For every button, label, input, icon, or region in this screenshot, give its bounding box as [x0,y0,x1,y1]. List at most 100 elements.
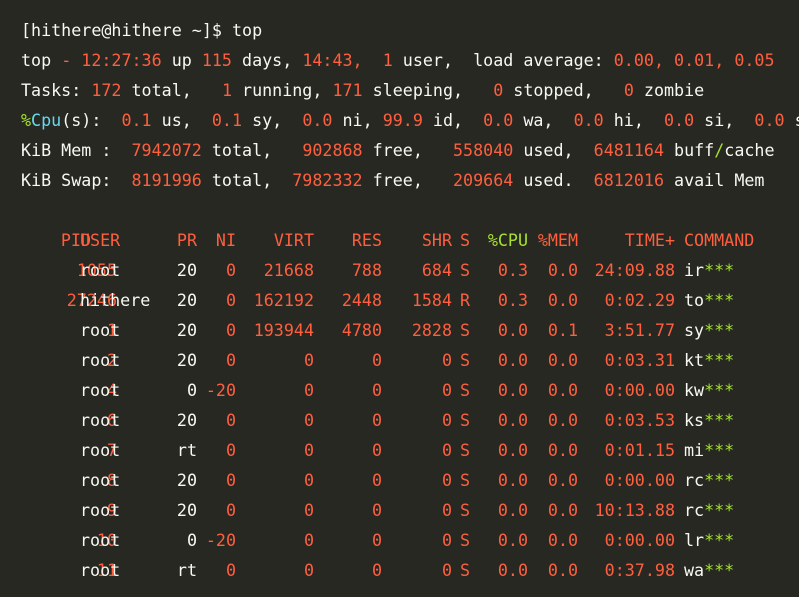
cell-ni: 0 [225,470,236,490]
table-row[interactable]: 27246 hithere 20 0 162192 2448 1584 R 0.3 0.0 0:02… [0,285,799,315]
cell-res: 788 [351,260,382,280]
col-command[interactable]: COMMAND [684,225,754,255]
cell-virt: 0 [303,470,314,490]
cell-pr: 20 [176,500,197,520]
cell-command: kw*** [684,375,734,405]
summary-tasks-line: Tasks: 172 total, 1 running, 171 sleepin… [21,75,704,105]
cell-virt: 193944 [253,320,314,340]
cell-command: ks*** [684,405,734,435]
command-name: mi [684,440,705,460]
cell-virt: 0 [303,380,314,400]
col-ni[interactable]: NI [200,225,236,255]
shell-prompt: [hithere@hithere ~]$ top [21,20,263,40]
cell-shr: 2828 [411,320,452,340]
cell-ni: 0 [225,500,236,520]
cell-mem: 0.0 [547,260,578,280]
swap-label: KiB Swap: [21,170,112,190]
table-row[interactable]: 1055 root 20 0 21668 788 684 S 0.3 0.0 24:09.88 ir*… [0,255,799,285]
cpu-st: 0.0 [754,110,785,130]
load-1min: 0.00, [613,50,664,70]
command-mask: *** [704,530,735,550]
command-mask: *** [704,440,735,460]
mem-used: 558040 [453,140,514,160]
table-row[interactable]: 2 root 20 0 0 0 0 S 0.0 0.0 0:03.31 kt*** [0,345,799,375]
col-virt[interactable]: VIRT [240,225,314,255]
cell-s: S [460,470,471,490]
mem-free: 902868 [302,140,363,160]
cell-res: 0 [371,560,382,580]
cell-time-seconds: :03.53 [614,410,675,430]
cell-pr: 20 [176,470,197,490]
col-res[interactable]: RES [320,225,382,255]
cell-command: kt*** [684,345,734,375]
col-cpu[interactable]: %CPU [470,225,528,255]
cell-shr: 0 [441,350,452,370]
buff-cache-slash: / [714,140,725,160]
cpu-us: 0.1 [121,110,152,130]
cell-time: 24:09.88 [580,255,675,285]
cell-s: S [460,350,471,370]
command-mask: *** [704,500,735,520]
cell-virt: 0 [303,560,314,580]
cell-virt: 0 [303,500,314,520]
cell-ni: 0 [225,290,236,310]
cell-cpu: 0.0 [497,380,528,400]
swap-free: 7982332 [292,170,363,190]
command-mask: *** [704,560,735,580]
table-row[interactable]: 11 root rt 0 0 0 0 S 0.0 0.0 0:37.98 wa*** [0,555,799,585]
col-shr[interactable]: SHR [390,225,452,255]
cpu-sy: 0.1 [211,110,243,130]
cell-cpu: 0.3 [497,260,528,280]
cell-s: S [460,410,471,430]
tasks-sleeping-label: sleeping, [372,80,464,100]
cpu-id: 99.9 [382,110,423,130]
terminal-window[interactable]: [hithere@hithere ~]$ top top - 12:27:36 … [0,0,799,597]
cell-mem: 0.0 [547,350,578,370]
cell-mem: 0.0 [547,500,578,520]
cell-user: root [80,530,121,550]
cell-res: 0 [371,530,382,550]
cell-time-seconds: :37.98 [614,560,675,580]
col-mem[interactable]: %MEM [530,225,578,255]
col-state[interactable]: S [460,225,470,255]
summary-uptime-line: top - 12:27:36 up 115 days, 14:43, 1 use… [21,50,775,70]
table-row[interactable]: 9 root 20 0 0 0 0 S 0.0 0.0 10:13.88 rc*** [0,495,799,525]
cell-user: root [80,350,121,370]
cell-cpu: 0.0 [497,470,528,490]
table-row[interactable]: 6 root 20 0 0 0 0 S 0.0 0.0 0:03.53 ks*** [0,405,799,435]
table-row[interactable]: 10 root 0 -20 0 0 0 S 0.0 0.0 0:00.00 lr*** [0,525,799,555]
cell-res: 0 [371,440,382,460]
cell-virt: 162192 [253,290,314,310]
cell-time: 0:01.15 [580,435,675,465]
command-name: sy [684,320,705,340]
table-row[interactable]: 7 root rt 0 0 0 0 S 0.0 0.0 0:01.15 mi*** [0,435,799,465]
command-mask: *** [704,470,735,490]
cell-ni: -20 [205,530,236,550]
col-user[interactable]: USER [80,225,120,255]
uptime-hours: 14:43, [302,50,363,70]
cell-pr: 20 [176,350,197,370]
cell-cpu: 0.0 [497,530,528,550]
cell-mem: 0.0 [547,410,578,430]
cell-ni: 0 [225,440,236,460]
cell-res: 4780 [341,320,382,340]
cell-time-minutes: 0 [604,470,615,490]
mem-label: KiB Mem : [21,140,112,160]
cell-command: to*** [684,285,734,315]
table-row[interactable]: 1 root 20 0 193944 4780 2828 S 0.0 0.1 3:51.77 sy**… [0,315,799,345]
col-time[interactable]: TIME+ [580,225,675,255]
table-row[interactable]: 4 root 0 -20 0 0 0 S 0.0 0.0 0:00.00 kw*** [0,375,799,405]
col-pr[interactable]: PR [150,225,197,255]
cell-s: S [460,440,471,460]
table-row[interactable]: 8 root 20 0 0 0 0 S 0.0 0.0 0:00.00 rc*** [0,465,799,495]
buff-label: buff [674,140,715,160]
cpu-pct-sign: % [21,110,32,130]
cell-time-minutes: 0 [604,350,615,370]
up-label: up [171,50,192,70]
load-average-label: load average: [473,50,604,70]
cell-mem: 0.0 [547,380,578,400]
cell-user: root [80,500,121,520]
mem-total: 7942072 [131,140,202,160]
cell-time-seconds: :03.31 [614,350,675,370]
cell-shr: 0 [441,440,452,460]
